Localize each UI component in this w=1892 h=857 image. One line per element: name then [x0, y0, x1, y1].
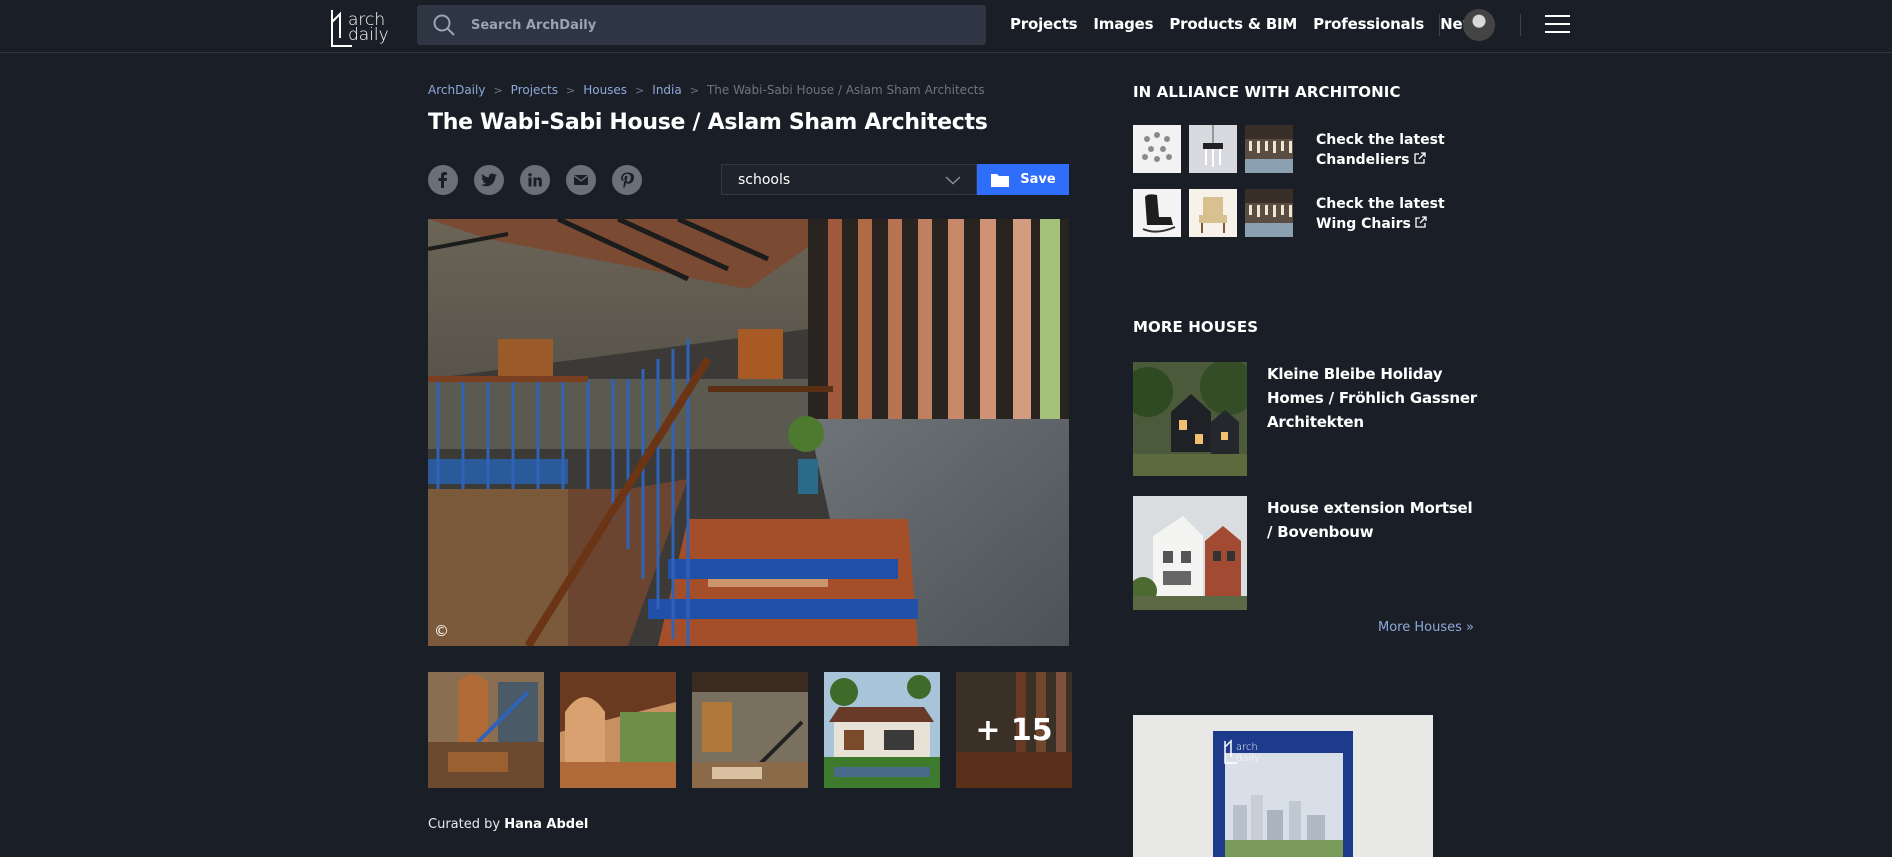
chandelier-thumb-2[interactable] [1189, 125, 1237, 173]
alliance-row-chandeliers [1133, 125, 1293, 173]
chevron-right-icon: > [635, 83, 645, 97]
email-icon [574, 175, 588, 185]
thumbnail-4[interactable] [824, 672, 940, 788]
house-image [1133, 496, 1247, 610]
chandelier-image [1189, 125, 1237, 173]
share-pinterest-button[interactable] [612, 165, 642, 195]
curated-by: Curated by Hana Abdel [428, 817, 588, 832]
house-image [1133, 362, 1247, 476]
share-twitter-button[interactable] [474, 165, 504, 195]
chandelier-thumb-1[interactable] [1133, 125, 1181, 173]
search-icon [433, 14, 455, 36]
wing-chair-thumb-1[interactable] [1133, 189, 1181, 237]
advertisement-banner[interactable]: arch daily [1133, 715, 1433, 857]
facebook-icon [438, 172, 447, 188]
nav-professionals[interactable]: Professionals [1313, 15, 1424, 33]
breadcrumb: ArchDaily > Projects > Houses > India > … [428, 83, 985, 97]
chevron-right-icon: > [565, 83, 576, 97]
nav-projects[interactable]: Projects [1010, 15, 1078, 33]
thumbnail-3[interactable] [692, 672, 808, 788]
archdaily-book-image [1133, 715, 1433, 857]
search-input[interactable] [469, 16, 949, 34]
thumbnail-more[interactable]: + 15 [956, 672, 1072, 788]
wing-chair-image [1133, 189, 1181, 237]
breadcrumb-india[interactable]: India [652, 83, 681, 97]
header-divider [1439, 14, 1440, 36]
nav-images[interactable]: Images [1093, 15, 1153, 33]
house-card[interactable]: Kleine Bleibe Holiday Homes / Fröhlich G… [1133, 362, 1477, 476]
folder-select[interactable]: schools [721, 164, 977, 195]
thumbnail-image [428, 672, 544, 788]
house-card[interactable]: House extension Mortsel / Bovenbouw [1133, 496, 1477, 610]
thumbnail-1[interactable] [428, 672, 544, 788]
chandelier-image [1133, 125, 1181, 173]
folder-select-value: schools [738, 171, 791, 188]
thumbnail-image [824, 672, 940, 788]
logo-word-daily: daily [348, 25, 389, 45]
chevron-down-icon [945, 175, 961, 184]
house-title[interactable]: House extension Mortsel / Bovenbouw [1267, 496, 1477, 610]
wing-chair-thumb-3[interactable] [1245, 189, 1293, 237]
alliance-heading: IN ALLIANCE WITH ARCHITONIC [1133, 83, 1401, 101]
chevron-right-icon: > [689, 83, 699, 97]
wing-chair-image [1245, 189, 1293, 237]
external-link-icon [1413, 152, 1426, 164]
alliance-row-wing-chairs [1133, 189, 1293, 237]
curated-prefix: Curated by [428, 817, 501, 832]
chandelier-thumb-3[interactable] [1245, 125, 1293, 173]
alliance-link-chandeliers[interactable]: Check the latest Chandeliers [1316, 130, 1476, 170]
twitter-icon [481, 173, 497, 187]
page-title: The Wabi-Sabi House / Aslam Sham Archite… [428, 110, 988, 135]
pinterest-icon [621, 172, 634, 189]
hamburger-menu-icon[interactable] [1545, 15, 1570, 35]
search-bar[interactable] [417, 5, 986, 45]
external-link-icon [1415, 216, 1427, 228]
share-email-button[interactable] [566, 165, 596, 195]
photo-thumbnails: + 15 [428, 672, 1072, 788]
ad-logo-arch: arch [1236, 742, 1258, 753]
main-project-photo[interactable] [428, 219, 1069, 646]
share-facebook-button[interactable] [428, 165, 458, 195]
breadcrumb-archdaily[interactable]: ArchDaily [428, 83, 485, 97]
main-nav: Projects Images Products & BIM Professio… [1010, 15, 1485, 33]
folder-icon [991, 173, 1010, 187]
wing-chair-image [1189, 189, 1237, 237]
copyright-icon[interactable]: © [434, 622, 449, 640]
user-avatar[interactable] [1463, 9, 1495, 41]
thumbnail-image [692, 672, 808, 788]
curator-name[interactable]: Hana Abdel [504, 817, 588, 832]
wing-chair-thumb-2[interactable] [1189, 189, 1237, 237]
staircase-photo-image [428, 219, 1069, 646]
house-thumb[interactable] [1133, 496, 1247, 610]
more-houses-heading: MORE HOUSES [1133, 318, 1259, 336]
share-buttons [428, 165, 642, 195]
share-linkedin-button[interactable] [520, 165, 550, 195]
more-photos-count: + 15 [956, 672, 1072, 788]
nav-products-bim[interactable]: Products & BIM [1169, 15, 1297, 33]
house-title[interactable]: Kleine Bleibe Holiday Homes / Fröhlich G… [1267, 362, 1477, 476]
header-divider [1520, 14, 1521, 36]
more-houses-link[interactable]: More Houses » [1378, 620, 1474, 635]
breadcrumb-current: The Wabi-Sabi House / Aslam Sham Archite… [706, 83, 985, 97]
save-button-label: Save [1020, 172, 1056, 187]
top-header: arch daily Projects Images Products & BI… [0, 0, 1892, 53]
ad-logo-daily: daily [1236, 753, 1260, 764]
breadcrumb-houses[interactable]: Houses [583, 83, 627, 97]
alliance-link-wing-chairs[interactable]: Check the latest Wing Chairs [1316, 194, 1476, 234]
archdaily-logo[interactable]: arch daily [328, 6, 394, 47]
save-button[interactable]: Save [977, 164, 1069, 195]
chevron-right-icon: > [493, 83, 503, 97]
breadcrumb-projects[interactable]: Projects [511, 83, 558, 97]
thumbnail-2[interactable] [560, 672, 676, 788]
house-thumb[interactable] [1133, 362, 1247, 476]
linkedin-icon [528, 173, 542, 187]
thumbnail-image [560, 672, 676, 788]
chandelier-image [1245, 125, 1293, 173]
